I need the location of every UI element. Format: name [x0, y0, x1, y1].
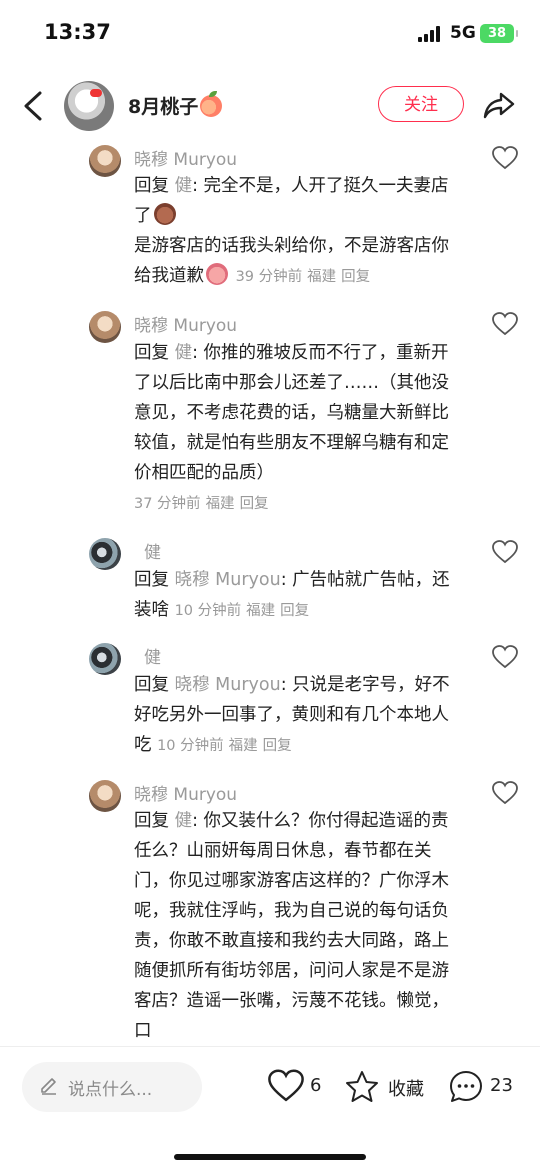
battery-icon: 38	[480, 24, 518, 43]
commenter-name[interactable]: 晓穆 Muryou	[134, 311, 237, 336]
share-arrow-icon[interactable]	[482, 88, 516, 122]
follow-button[interactable]: 关注	[378, 86, 464, 122]
heart-icon[interactable]	[492, 781, 518, 805]
comment-meta: 37 分钟前 福建 回复	[134, 496, 269, 512]
commenter-avatar[interactable]	[89, 780, 121, 812]
reply-target[interactable]: 晓穆 Muryou	[175, 675, 281, 695]
heart-icon[interactable]	[492, 146, 518, 170]
commenter-avatar[interactable]	[89, 311, 121, 343]
collect-label: 收藏	[388, 1079, 424, 1100]
bottom-action-bar: 说点什么... 6 收藏 23	[0, 1046, 540, 1170]
reply-link[interactable]: 回复	[280, 603, 309, 619]
comment-text[interactable]: 回复 健: 完全不是，人开了挺久一夫妻店了 是游客店的话我头剁给你，不是游客店你…	[134, 171, 464, 292]
peach-emoji-icon	[200, 91, 223, 117]
pencil-icon	[41, 1078, 56, 1095]
reply-link[interactable]: 回复	[341, 269, 370, 285]
network-type: 5G	[450, 23, 476, 43]
author-name[interactable]: 8月桃子	[128, 91, 223, 119]
home-indicator	[174, 1154, 366, 1160]
status-time: 13:37	[44, 20, 111, 44]
like-button[interactable]: 6	[268, 1067, 328, 1107]
author-avatar[interactable]	[64, 81, 114, 131]
comment-meta: 10 分钟前 福建 回复	[174, 603, 310, 619]
like-count: 6	[310, 1075, 322, 1096]
emoji-icon	[153, 203, 176, 225]
signal-icon	[418, 26, 442, 42]
comments-count: 23	[490, 1075, 513, 1096]
heart-icon[interactable]	[492, 645, 518, 669]
heart-icon[interactable]	[492, 312, 518, 336]
comment-item: 晓穆 Muryou 回复 健: 你又装什么？你付得起造谣的责任么？山丽妍每周日休…	[0, 775, 540, 1046]
comment-text[interactable]: 回复 健: 你又装什么？你付得起造谣的责任么？山丽妍每周日休息，春节都在关门，你…	[134, 806, 464, 1046]
commenter-name[interactable]: 健	[144, 538, 161, 563]
emoji-icon	[206, 263, 228, 285]
post-header: 8月桃子 关注	[0, 72, 540, 138]
comment-meta: 39 分钟前 福建 回复	[235, 269, 371, 285]
heart-icon	[268, 1069, 304, 1102]
reply-target[interactable]: 健	[175, 343, 193, 363]
comment-text[interactable]: 回复 晓穆 Muryou: 广告帖就广告帖，还装啥 10 分钟前 福建 回复	[134, 565, 464, 626]
heart-icon[interactable]	[492, 540, 518, 564]
comment-text[interactable]: 回复 晓穆 Muryou: 只说是老字号，好不好吃另外一回事了，黄则和有几个本地…	[134, 670, 464, 761]
comment-meta: 10 分钟前 福建 回复	[157, 738, 292, 754]
status-bar: 13:37 5G 38	[0, 0, 540, 70]
comment-bubble-icon	[450, 1071, 482, 1102]
comment-input[interactable]: 说点什么...	[22, 1062, 202, 1112]
reply-target[interactable]: 健	[175, 811, 193, 831]
reply-target[interactable]: 健	[175, 176, 193, 196]
commenter-name[interactable]: 晓穆 Muryou	[134, 780, 237, 805]
comment-text[interactable]: 回复 健: 你推的雅坡反而不行了，重新开了以后比南中那会儿还差了……（其他没意见…	[134, 338, 464, 519]
commenter-name[interactable]: 健	[144, 643, 161, 668]
collect-button[interactable]: 收藏	[344, 1067, 434, 1107]
commenter-avatar[interactable]	[89, 538, 121, 570]
reply-target[interactable]: 晓穆 Muryou	[175, 570, 281, 590]
reply-link[interactable]: 回复	[263, 738, 292, 754]
author-name-text: 8月桃子	[128, 96, 199, 118]
reply-link[interactable]: 回复	[240, 496, 269, 512]
commenter-name[interactable]: 晓穆 Muryou	[134, 145, 237, 170]
commenter-avatar[interactable]	[89, 145, 121, 177]
input-placeholder: 说点什么...	[68, 1080, 153, 1100]
commenter-avatar[interactable]	[89, 643, 121, 675]
chevron-left-icon[interactable]	[20, 89, 48, 123]
star-icon	[346, 1071, 378, 1102]
comments-button[interactable]: 23	[448, 1067, 528, 1107]
